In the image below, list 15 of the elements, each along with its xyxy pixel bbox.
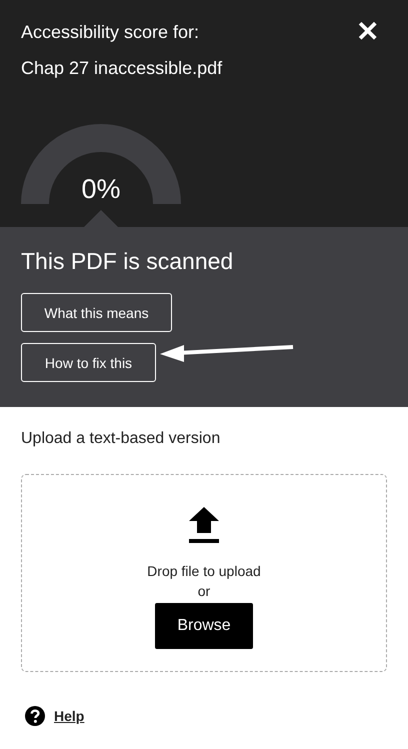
upload-heading: Upload a text-based version: [21, 429, 222, 449]
outline-button[interactable]: What this means: [21, 293, 172, 332]
help-link[interactable]: Help: [54, 708, 84, 724]
close-button[interactable]: ✕: [356, 16, 379, 48]
browse-button[interactable]: Browse: [155, 603, 253, 649]
file-name: Chap 27 inaccessible.pdf: [21, 58, 222, 78]
drop-text: Drop file to upload: [147, 562, 261, 581]
help-icon: [25, 706, 45, 726]
or-text: or: [198, 582, 210, 601]
upload-icon: [189, 507, 219, 543]
panel-title: Accessibility score for:: [21, 22, 200, 42]
score-percent: 0%: [80, 174, 122, 204]
status-heading: This PDF is scanned: [21, 247, 234, 275]
outline-button[interactable]: How to fix this: [21, 343, 156, 382]
drop-zone[interactable]: Drop file to upload or Browse: [21, 474, 387, 672]
